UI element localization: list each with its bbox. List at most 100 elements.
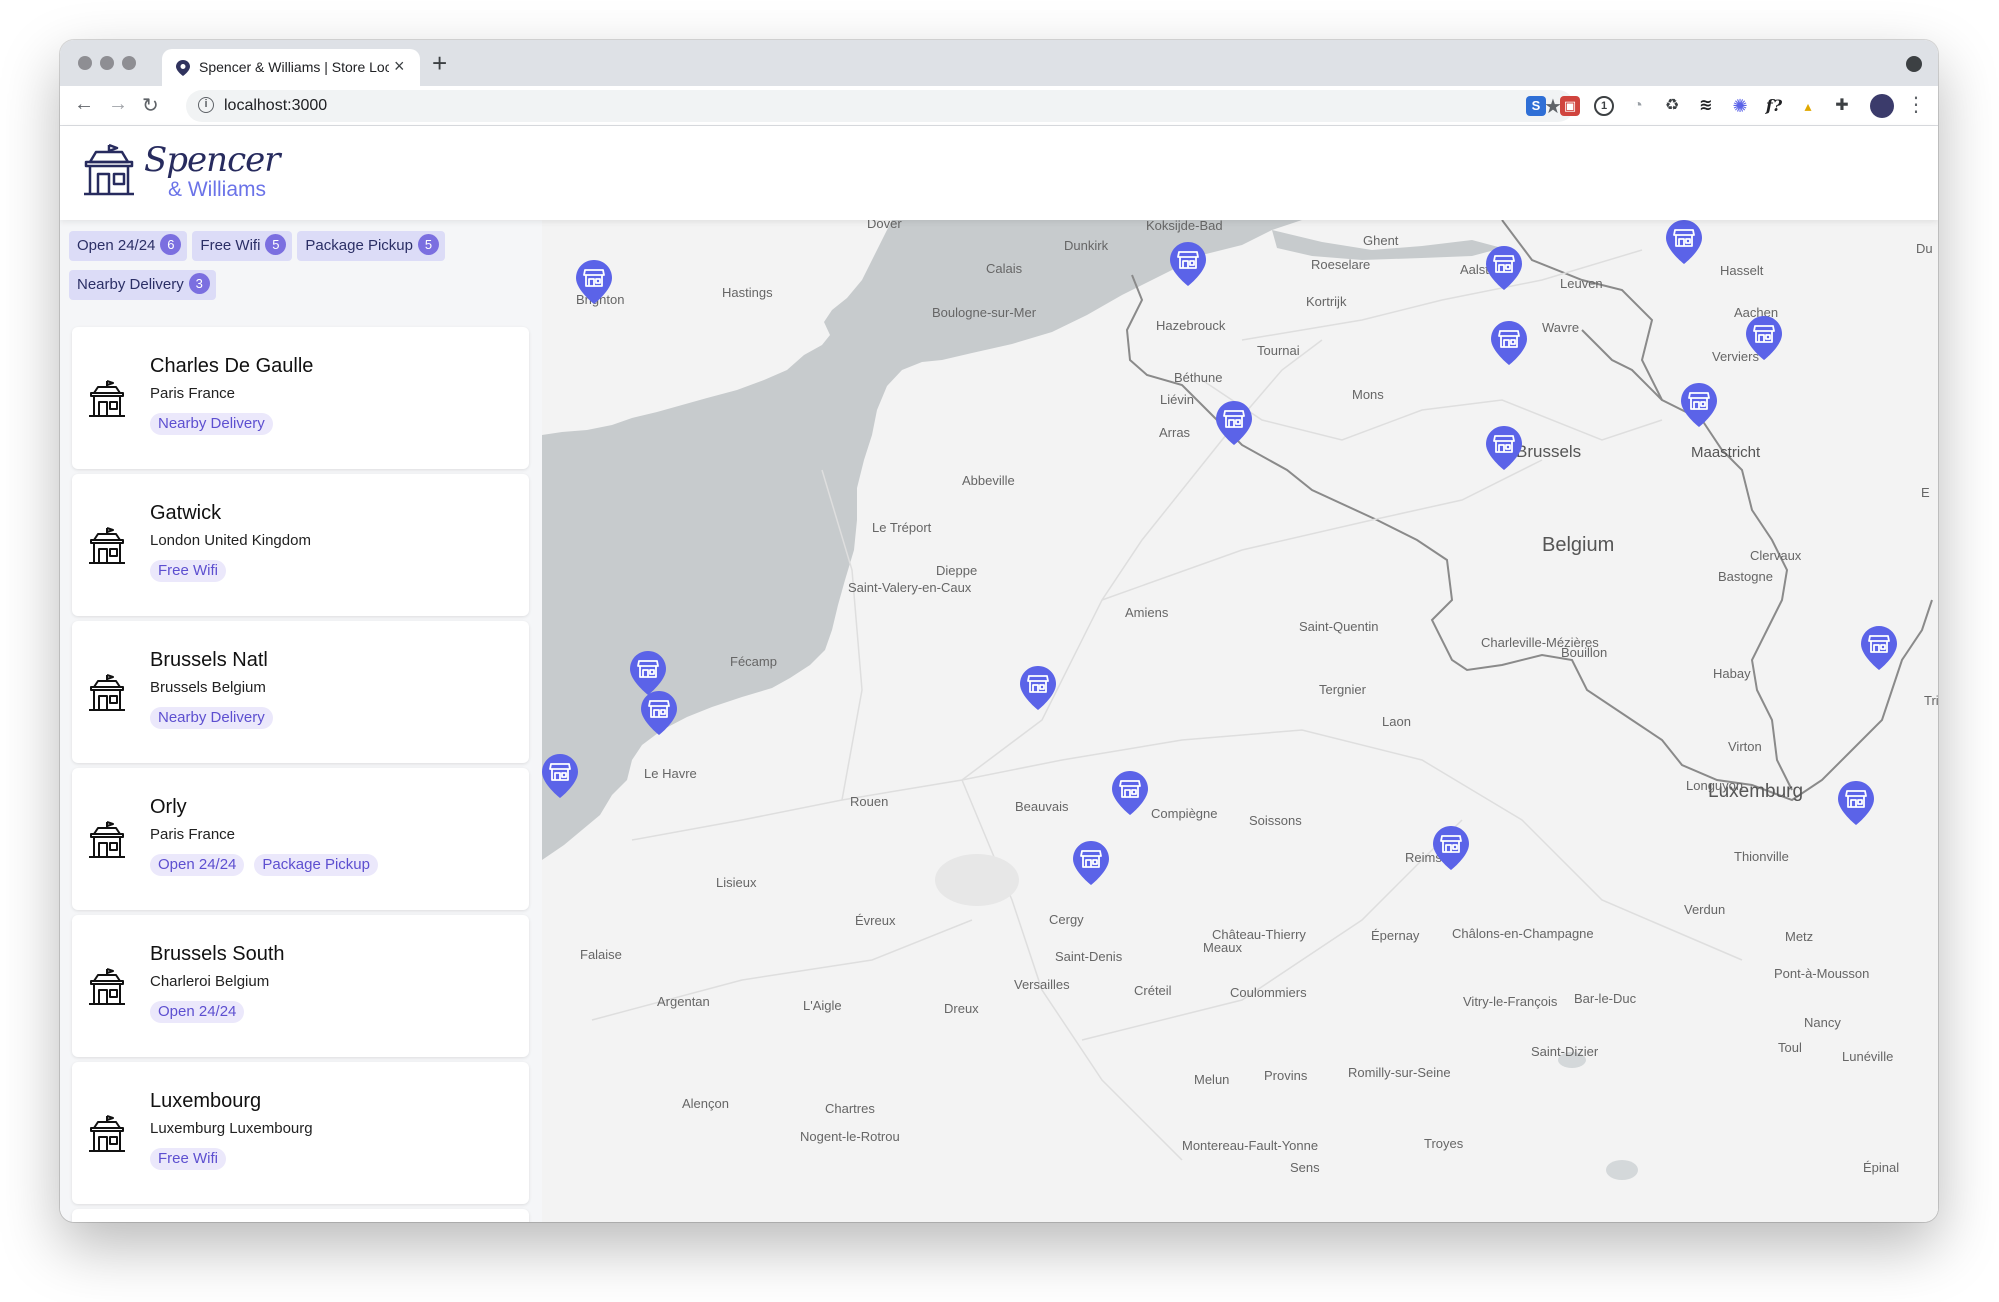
- extension-1password-icon[interactable]: 1: [1594, 96, 1614, 116]
- reload-icon[interactable]: ↻: [142, 93, 159, 118]
- map-label: Alençon: [682, 1096, 729, 1111]
- map-label: Saint-Quentin: [1299, 619, 1379, 634]
- store-name: Charles De Gaulle: [150, 355, 314, 377]
- map-label: Créteil: [1134, 983, 1172, 998]
- filter-chip[interactable]: Package Pickup 5: [297, 231, 445, 261]
- filter-chip[interactable]: Nearby Delivery 3: [69, 270, 216, 300]
- map-label: Clervaux: [1750, 548, 1802, 563]
- map-label: Longuyon: [1686, 778, 1743, 793]
- map-label: Pont-à-Mousson: [1774, 966, 1869, 981]
- map-label: Soissons: [1249, 813, 1302, 828]
- store-name: Luxembourg: [150, 1090, 262, 1112]
- map-label-large: Belgium: [1542, 534, 1614, 556]
- map-label: Cergy: [1049, 912, 1084, 927]
- map-label: Troyes: [1424, 1136, 1464, 1151]
- address-bar[interactable]: i localhost:3000 ★: [186, 90, 1574, 122]
- close-window-button[interactable]: [78, 56, 92, 70]
- brand-sub: & Williams: [168, 178, 266, 201]
- browser-tab[interactable]: Spencer & Williams | Store Loc ×: [162, 49, 420, 86]
- store-icon: [88, 673, 126, 713]
- store-card-partial[interactable]: [72, 1209, 529, 1222]
- store-tags: Nearby Delivery: [150, 707, 283, 729]
- map-label: Argentan: [657, 994, 710, 1009]
- map-label: Bouillon: [1561, 645, 1607, 660]
- store-name: Brussels Natl: [150, 649, 268, 671]
- paris-urban-area: [935, 854, 1019, 906]
- filter-chip-count: 6: [160, 234, 182, 255]
- filter-chip[interactable]: Free Wifi 5: [192, 231, 293, 261]
- profile-avatar[interactable]: [1870, 94, 1894, 118]
- map-label: Épernay: [1371, 928, 1420, 943]
- browser-menu-icon[interactable]: ⋮: [1906, 92, 1926, 117]
- store-location: Paris France: [150, 385, 236, 402]
- store-card[interactable]: Luxembourg Luxemburg Luxembourg Free Wifi: [72, 1062, 529, 1204]
- site-info-icon[interactable]: i: [198, 97, 214, 113]
- store-tags: Free Wifi: [150, 560, 236, 582]
- tab-bar: Spencer & Williams | Store Loc × +: [60, 40, 1938, 86]
- store-map[interactable]: BelgiumLuxemburgBrusselsMaastrichtLondon…: [542, 220, 1938, 1222]
- extension-flower-icon[interactable]: ✺: [1730, 96, 1750, 116]
- back-arrow-icon[interactable]: ←: [74, 93, 94, 116]
- store-location: Luxemburg Luxembourg: [150, 1120, 313, 1137]
- extension-bottle-icon[interactable]: ▴: [1798, 96, 1818, 116]
- forward-arrow-icon[interactable]: →: [108, 93, 128, 116]
- map-label: Boulogne-sur-Mer: [932, 305, 1037, 320]
- map-label: Calais: [986, 261, 1023, 276]
- map-label: Bastogne: [1718, 569, 1773, 584]
- map-label: Romilly-sur-Seine: [1348, 1065, 1451, 1080]
- store-card[interactable]: Gatwick London United Kingdom Free Wifi: [72, 474, 529, 616]
- store-icon: [88, 379, 126, 419]
- map-label: Arras: [1159, 425, 1191, 440]
- map-label: E: [1921, 485, 1930, 500]
- map-label: Saint-Valery-en-Caux: [848, 580, 972, 595]
- tab-close-icon[interactable]: ×: [394, 56, 405, 77]
- store-tag: Package Pickup: [254, 854, 378, 876]
- extension-recycle-icon[interactable]: ♻: [1662, 96, 1682, 116]
- store-card[interactable]: Orly Paris France Open 24/24 Package Pickup: [72, 768, 529, 910]
- map-label: Verdun: [1684, 902, 1725, 917]
- map-label: Aalst: [1460, 262, 1489, 277]
- map-label: Dunkirk: [1064, 238, 1109, 253]
- map-label: Tergnier: [1319, 682, 1367, 697]
- extension-s-icon[interactable]: S: [1526, 96, 1546, 116]
- store-card[interactable]: Charles De Gaulle Paris France Nearby Deli…: [72, 327, 529, 469]
- map-label: Liévin: [1160, 392, 1194, 407]
- tab-search-icon[interactable]: [1906, 56, 1922, 72]
- store-icon: [88, 967, 126, 1007]
- map-label: Sens: [1290, 1160, 1320, 1175]
- map-label: Metz: [1785, 929, 1813, 944]
- store-name: Brussels South: [150, 943, 285, 965]
- map-label: Fécamp: [730, 654, 777, 669]
- map-label: Melun: [1194, 1072, 1229, 1087]
- filter-chip-label: Free Wifi: [200, 237, 261, 254]
- map-label: Dover: [867, 220, 902, 231]
- filter-chip-label: Package Pickup: [305, 237, 413, 254]
- map-label: Compiègne: [1151, 806, 1218, 821]
- url-text[interactable]: localhost:3000: [224, 97, 327, 115]
- filter-chip[interactable]: Open 24/24 6: [69, 231, 188, 261]
- map-canvas[interactable]: BelgiumLuxemburgBrusselsMaastrichtLondon…: [542, 220, 1938, 1222]
- map-label: Châlons-en-Champagne: [1452, 926, 1594, 941]
- extension-clock-icon[interactable]: ◔: [1628, 96, 1648, 116]
- store-sidebar: Open 24/24 6 Free Wifi 5 Package Pickup 5Near…: [60, 220, 542, 1222]
- new-tab-icon[interactable]: +: [432, 48, 447, 79]
- map-label: Meaux: [1203, 940, 1243, 955]
- map-label: Saint-Denis: [1055, 949, 1123, 964]
- store-tag: Open 24/24: [150, 854, 245, 876]
- store-card[interactable]: Brussels South Charleroi Belgium Open 24/2…: [72, 915, 529, 1057]
- extensions-puzzle-icon[interactable]: ✚: [1832, 96, 1852, 116]
- filter-chip-count: 5: [417, 234, 439, 255]
- extension-red-icon[interactable]: ▣: [1560, 96, 1580, 116]
- map-label: Laon: [1382, 714, 1411, 729]
- store-tag: Nearby Delivery: [150, 413, 273, 435]
- store-card[interactable]: Brussels Natl Brussels Belgium Nearby Deli…: [72, 621, 529, 763]
- minimize-window-button[interactable]: [100, 56, 114, 70]
- zoom-window-button[interactable]: [122, 56, 136, 70]
- browser-toolbar: ← → ↻ i localhost:3000 ★ S ▣ 1 ◔ ♻ ≋ ✺ f…: [60, 86, 1938, 126]
- store-tags: Nearby Delivery: [150, 413, 283, 435]
- extension-fx-icon[interactable]: f?: [1764, 96, 1784, 116]
- store-icon: [88, 1114, 126, 1154]
- extension-layers-icon[interactable]: ≋: [1696, 96, 1716, 116]
- map-label: Bar-le-Duc: [1574, 991, 1637, 1006]
- map-label: Évreux: [855, 913, 896, 928]
